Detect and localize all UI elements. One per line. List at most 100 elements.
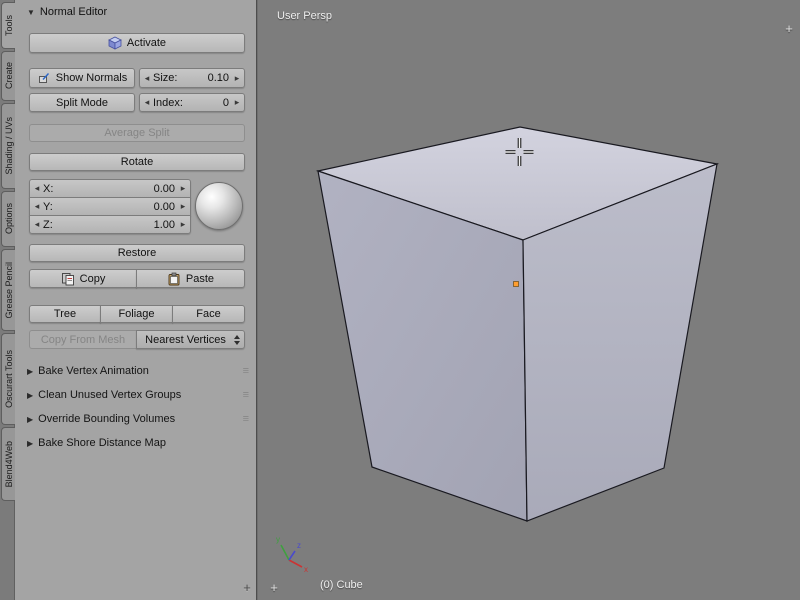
- tab-label: Oscurart Tools: [4, 350, 14, 408]
- override-bounding-volumes-panel-header[interactable]: ▶ Override Bounding Volumes ≡: [27, 410, 249, 428]
- panel-grip-icon[interactable]: ≡: [243, 413, 249, 425]
- tab-grease-pencil[interactable]: Grease Pencil: [1, 249, 15, 331]
- restore-button[interactable]: Restore: [29, 244, 245, 262]
- index-field[interactable]: ◂ Index: 0 ▸: [139, 93, 245, 112]
- copy-icon: [61, 272, 75, 286]
- tab-oscurart-tools[interactable]: Oscurart Tools: [1, 333, 15, 425]
- average-split-label: Average Split: [104, 127, 169, 139]
- panel-collapsed-icon: ▶: [27, 367, 33, 376]
- decrement-arrow-icon[interactable]: ◂: [31, 201, 43, 212]
- index-value: 0: [183, 97, 231, 109]
- viewport-plus-button[interactable]: +: [267, 580, 281, 594]
- mode-dropdown-value: Nearest Vertices: [137, 334, 234, 346]
- paste-label: Paste: [186, 273, 214, 285]
- tab-shading-uvs[interactable]: Shading / UVs: [1, 103, 15, 189]
- y-label: Y:: [43, 201, 53, 213]
- foliage-button[interactable]: Foliage: [100, 305, 173, 323]
- show-normals-button[interactable]: Show Normals: [29, 68, 135, 88]
- add-panel-plus-button[interactable]: +: [240, 580, 254, 594]
- axis-z-label: z: [297, 541, 301, 550]
- tool-shelf-region: ▼ Normal Editor Activate Show Normals: [15, 0, 257, 600]
- cube-mesh[interactable]: [318, 127, 717, 521]
- panel-grip-icon[interactable]: ≡: [243, 389, 249, 401]
- copy-label: Copy: [80, 273, 106, 285]
- tab-options[interactable]: Options: [1, 191, 15, 247]
- mini-axis-gizmo: x y z: [276, 535, 308, 574]
- tab-label: Options: [4, 203, 14, 234]
- selected-vertex[interactable]: [514, 282, 519, 287]
- tab-blend4web[interactable]: Blend4Web: [1, 427, 15, 501]
- panel-collapsed-icon: ▶: [27, 391, 33, 400]
- normal-y-field[interactable]: ◂ Y: 0.00 ▸: [29, 197, 191, 216]
- normal-editor-panel-header[interactable]: ▼ Normal Editor: [27, 4, 107, 20]
- increment-arrow-icon[interactable]: ▸: [177, 201, 189, 212]
- open-properties-region-plus-button[interactable]: +: [782, 21, 796, 35]
- panel-collapsed-icon: ▶: [27, 439, 33, 448]
- split-mode-label: Split Mode: [56, 97, 108, 109]
- normal-z-field[interactable]: ◂ Z: 1.00 ▸: [29, 215, 191, 234]
- restore-label: Restore: [118, 247, 157, 259]
- copy-button[interactable]: Copy: [29, 269, 137, 288]
- mesh-cube-icon: [108, 36, 122, 50]
- collapsed-panel-title: Bake Shore Distance Map: [38, 437, 166, 449]
- collapsed-panel-title: Override Bounding Volumes: [38, 413, 175, 425]
- size-value: 0.10: [177, 72, 231, 84]
- decrement-arrow-icon[interactable]: ◂: [141, 73, 153, 84]
- activate-button[interactable]: Activate: [29, 33, 245, 53]
- copy-from-mesh-label: Copy From Mesh: [41, 334, 125, 346]
- tab-label: Shading / UVs: [4, 117, 14, 175]
- increment-arrow-icon[interactable]: ▸: [177, 183, 189, 194]
- blender-window: Tools Create Shading / UVs Options Greas…: [0, 0, 800, 600]
- tree-button[interactable]: Tree: [29, 305, 101, 323]
- split-mode-button[interactable]: Split Mode: [29, 93, 135, 112]
- viewport-3d[interactable]: x y z User Persp (0) Cube + +: [258, 0, 800, 600]
- viewport-scene: x y z: [258, 0, 800, 600]
- tab-label: Tools: [4, 15, 14, 36]
- normal-direction-sphere-widget[interactable]: [195, 182, 243, 230]
- object-info-label: (0) Cube: [320, 579, 363, 591]
- size-field[interactable]: ◂ Size: 0.10 ▸: [139, 68, 245, 88]
- mode-dropdown[interactable]: Nearest Vertices: [136, 330, 245, 349]
- panel-collapsed-icon: ▶: [27, 415, 33, 424]
- size-label: Size:: [153, 72, 177, 84]
- face-button[interactable]: Face: [172, 305, 245, 323]
- average-split-button: Average Split: [29, 124, 245, 142]
- rotate-button[interactable]: Rotate: [29, 153, 245, 171]
- collapsed-panel-title: Bake Vertex Animation: [38, 365, 149, 377]
- activate-label: Activate: [127, 37, 166, 49]
- bake-shore-distance-map-panel-header[interactable]: ▶ Bake Shore Distance Map: [27, 434, 249, 452]
- x-label: X:: [43, 183, 53, 195]
- normal-x-field[interactable]: ◂ X: 0.00 ▸: [29, 179, 191, 198]
- paste-icon: [167, 272, 181, 286]
- z-value: 1.00: [53, 219, 177, 231]
- view-name-label: User Persp: [277, 10, 332, 22]
- tree-label: Tree: [54, 308, 76, 320]
- show-normals-label: Show Normals: [56, 72, 128, 84]
- dropdown-arrows-icon: [234, 335, 240, 345]
- rotate-label: Rotate: [121, 156, 153, 168]
- bake-vertex-animation-panel-header[interactable]: ▶ Bake Vertex Animation ≡: [27, 362, 249, 380]
- z-label: Z:: [43, 219, 53, 231]
- face-label: Face: [196, 308, 220, 320]
- toolshelf-tab-strip: Tools Create Shading / UVs Options Greas…: [0, 0, 15, 600]
- tab-create[interactable]: Create: [1, 51, 15, 101]
- decrement-arrow-icon[interactable]: ◂: [31, 183, 43, 194]
- collapsed-panel-title: Clean Unused Vertex Groups: [38, 389, 181, 401]
- increment-arrow-icon[interactable]: ▸: [231, 73, 243, 84]
- clean-unused-vertex-groups-panel-header[interactable]: ▶ Clean Unused Vertex Groups ≡: [27, 386, 249, 404]
- tab-tools[interactable]: Tools: [1, 2, 16, 49]
- increment-arrow-icon[interactable]: ▸: [177, 219, 189, 230]
- y-value: 0.00: [53, 201, 177, 213]
- increment-arrow-icon[interactable]: ▸: [231, 97, 243, 108]
- axis-x-label: x: [304, 565, 308, 574]
- decrement-arrow-icon[interactable]: ◂: [31, 219, 43, 230]
- x-value: 0.00: [53, 183, 177, 195]
- copy-from-mesh-button: Copy From Mesh: [29, 330, 137, 349]
- panel-title: Normal Editor: [40, 6, 107, 18]
- tab-label: Grease Pencil: [4, 262, 14, 319]
- panel-expand-icon: ▼: [27, 8, 35, 17]
- panel-grip-icon[interactable]: ≡: [243, 365, 249, 377]
- index-label: Index:: [153, 97, 183, 109]
- decrement-arrow-icon[interactable]: ◂: [141, 97, 153, 108]
- paste-button[interactable]: Paste: [136, 269, 245, 288]
